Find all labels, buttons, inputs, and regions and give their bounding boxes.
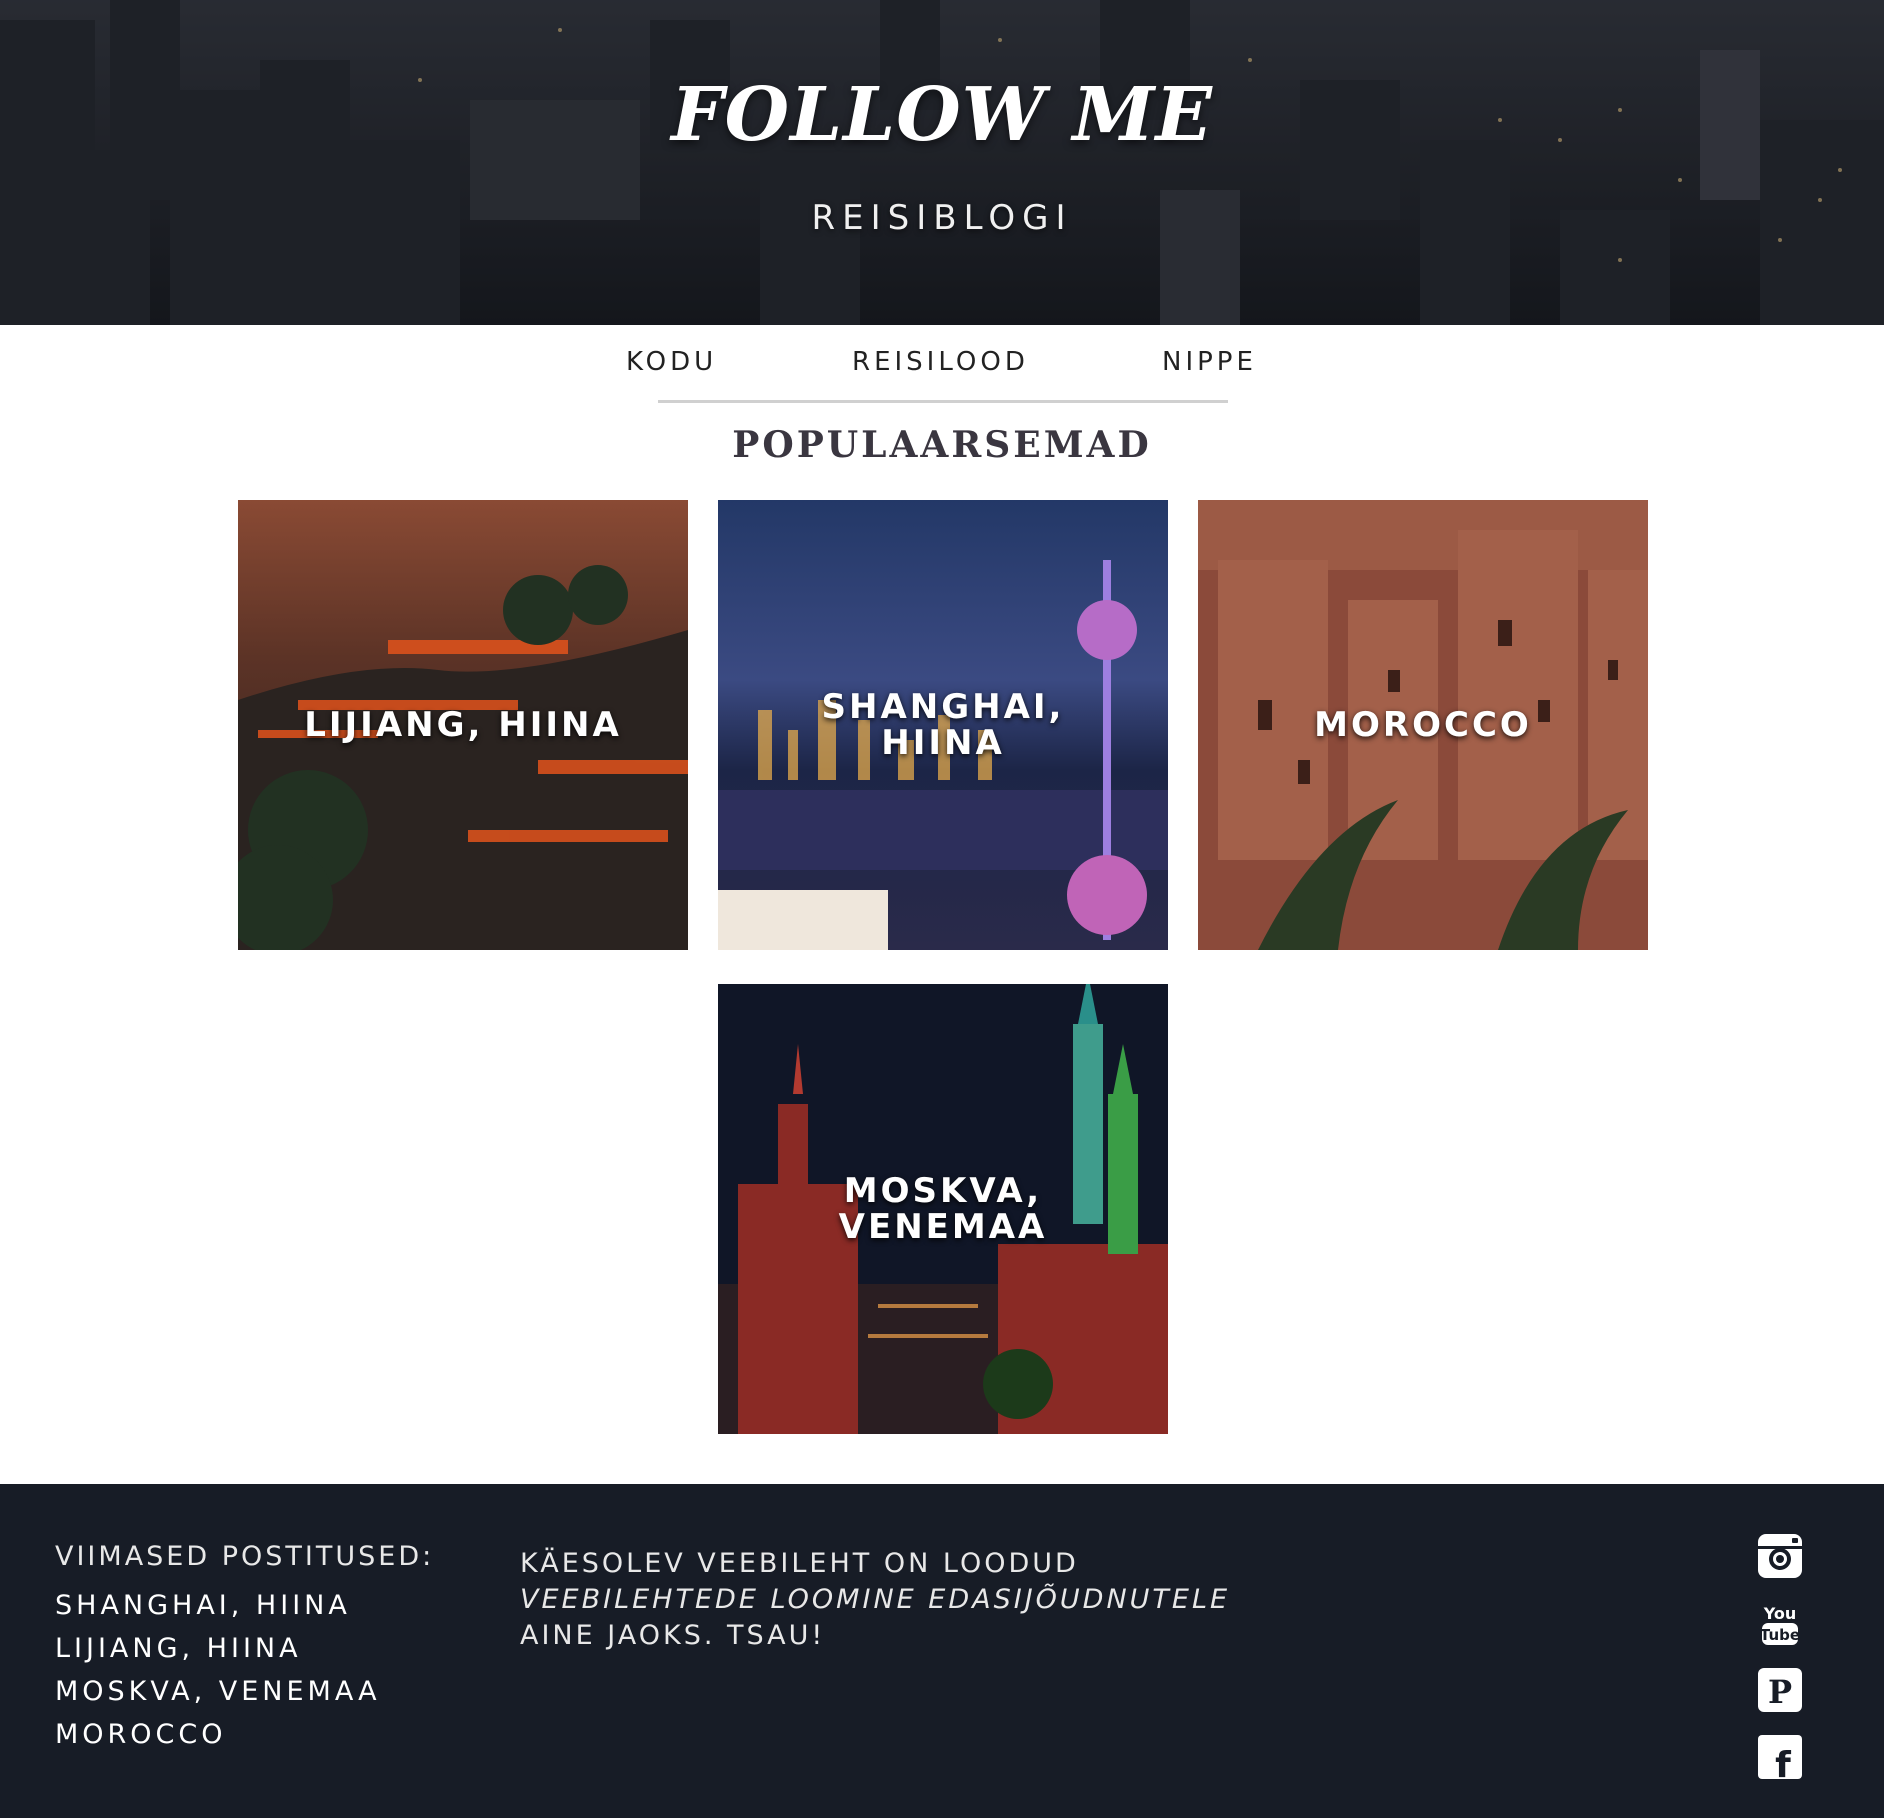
footer: VIIMASED POSTITUSED: SHANGHAI, HIINA LIJ… [0,1484,1884,1818]
hero-banner: FOLLOW ME REISIBLOGI [0,0,1884,325]
recent-post-link[interactable]: MOSKVA, VENEMAA [55,1670,381,1713]
about-line: AINE JAOKS. TSAU! [520,1620,826,1651]
facebook-icon[interactable]: f [1756,1733,1804,1781]
card-moskva[interactable]: MOSKVA, VENEMAA [718,984,1168,1434]
about-text: KÄESOLEV VEEBILEHT ON LOODUD VEEBILEHTED… [520,1546,1230,1654]
nav-item-kodu[interactable]: KODU [626,347,717,377]
recent-post-link[interactable]: LIJIANG, HIINA [55,1627,381,1670]
site-subtitle: REISIBLOGI [811,198,1073,238]
card-label: LIJIANG, HIINA [304,705,622,745]
card-shanghai[interactable]: SHANGHAI, HIINA [718,500,1168,950]
card-morocco[interactable]: MOROCCO [1198,500,1648,950]
about-line: KÄESOLEV VEEBILEHT ON LOODUD [520,1548,1079,1579]
site-title: FOLLOW ME [671,72,1213,158]
section-title: POPULAARSEMAD [732,424,1152,466]
card-label: MOSKVA, VENEMAA [838,1171,1048,1247]
youtube-icon[interactable]: You Tube [1756,1599,1804,1647]
svg-text:f: f [1775,1745,1791,1781]
pinterest-icon[interactable]: P [1756,1666,1804,1714]
recent-posts-list: SHANGHAI, HIINA LIJIANG, HIINA MOSKVA, V… [55,1584,381,1756]
svg-text:P: P [1768,1673,1792,1711]
card-label: SHANGHAI, HIINA [821,687,1065,763]
recent-posts-heading: VIIMASED POSTITUSED: [55,1541,435,1572]
recent-post-link[interactable]: MOROCCO [55,1713,381,1756]
instagram-icon[interactable] [1756,1532,1804,1580]
svg-text:Tube: Tube [1760,1626,1800,1644]
nav-divider [658,400,1228,403]
svg-text:You: You [1763,1604,1797,1623]
card-label: MOROCCO [1314,705,1532,745]
nav-item-reisilood[interactable]: REISILOOD [852,347,1029,377]
card-lijiang[interactable]: LIJIANG, HIINA [238,500,688,950]
social-links: You Tube P f [1756,1532,1806,1800]
course-name: VEEBILEHTEDE LOOMINE EDASIJÕUDNUTELE [520,1584,1231,1615]
nav-item-nippe[interactable]: NIPPE [1162,347,1257,377]
recent-post-link[interactable]: SHANGHAI, HIINA [55,1584,381,1627]
main-nav: KODU REISILOOD NIPPE [0,325,1884,405]
